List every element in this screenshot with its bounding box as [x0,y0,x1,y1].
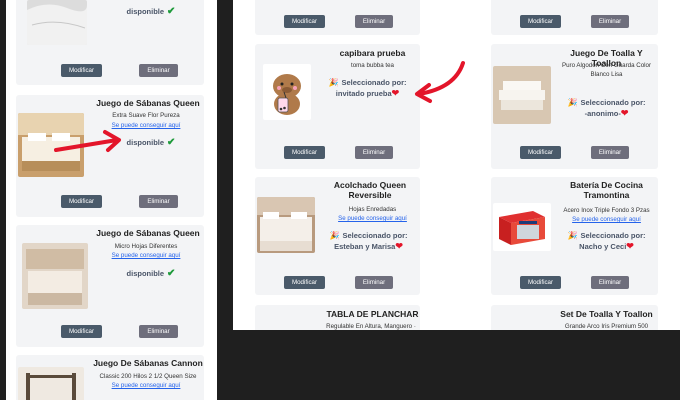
gift-description: Grande Arco Iris Premium 500 [564,323,649,330]
party-popper-icon: 🎉 [567,98,578,107]
gift-card: Batería De Cocina Tramontina Acero Inox … [491,177,658,295]
modify-button[interactable]: Modificar [61,325,102,338]
checkmark-icon: ✔ [167,137,176,148]
delete-button[interactable]: Eliminar [591,146,629,159]
right-gift-list-panel: Modificar Eliminar Modificar Eliminar ca… [233,0,680,330]
party-popper-icon: 🎉 [567,231,578,240]
gift-card: Juego De Sábanas Cannon Classic 200 Hilo… [16,355,204,400]
purchase-link[interactable]: Se puede conseguir aquí [96,252,196,259]
modify-button[interactable]: Modificar [61,195,102,208]
gift-image-cookware-box [493,203,551,251]
gift-image-towels [493,66,551,124]
gift-title: Juego de Sábanas Queen [96,228,200,238]
modify-button[interactable]: Modificar [284,146,325,159]
delete-button[interactable]: Eliminar [355,146,393,159]
modify-button[interactable]: Modificar [61,64,102,77]
gift-title: Set De Toalla Y Toallon [560,309,653,319]
checkmark-icon: ✔ [167,6,176,17]
gift-description: Acero Inox Triple Fondo 3 Pzas [563,207,650,214]
gift-title: Juego de Sábanas Queen [96,98,200,108]
party-popper-icon: 🎉 [328,78,339,87]
gift-title: Acolchado Queen Reversible [333,180,407,200]
gift-title: TABLA DE PLANCHAR [326,309,419,319]
gift-card: Modificar Eliminar [491,0,658,35]
gift-image-bedroom [257,197,315,253]
annotation-arrow [415,61,465,103]
selected-by-info: 🎉 Seleccionado por: -anonimo-❤ [567,98,646,118]
gift-card: Modificar Eliminar [255,0,420,35]
party-popper-icon: 🎉 [329,231,340,240]
selected-by-info: 🎉 Seleccionado por: Nacho y Ceci❤ [567,231,646,251]
modify-button[interactable]: Modificar [520,276,561,289]
delete-button[interactable]: Eliminar [139,195,178,208]
annotation-arrow [54,130,121,152]
gift-image-bedding [27,0,87,45]
checkmark-icon: ✔ [167,268,176,279]
delete-button[interactable]: Eliminar [139,64,178,77]
capybara-sticker-image [263,64,311,120]
availability-status: disponible ✔ [126,268,176,279]
gift-card: Acolchado Queen Reversible Hojas Enredad… [255,177,420,295]
gift-card: Juego de Sábanas Queen Micro Hojas Difer… [16,225,204,347]
heart-icon: ❤ [395,241,403,251]
gift-card: Set De Toalla Y Toallon Grande Arco Iris… [491,305,658,330]
purchase-link[interactable]: Se puede conseguir aquí [555,216,658,223]
gift-image-bedroom [18,367,84,400]
delete-button[interactable]: Eliminar [591,15,629,28]
delete-button[interactable]: Eliminar [355,276,393,289]
gift-title: Juego De Sábanas Cannon [93,358,203,368]
modify-button[interactable]: Modificar [520,146,561,159]
left-gift-list-panel: disponible ✔ Modificar Eliminar Juego de … [6,0,217,400]
selected-by-info: 🎉 Seleccionado por: Esteban y Marisa❤ [329,231,408,251]
gift-card: capibara prueba toma bubba tea 🎉 Seleccio… [255,44,420,169]
gift-description: Classic 200 Hilos 2 1/2 Queen Size [99,373,197,380]
availability-status: disponible ✔ [126,6,176,17]
purchase-link[interactable]: Se puede conseguir aquí [96,382,196,389]
gift-card: Juego De Toalla Y Toallon Puro Algodon C… [491,44,658,169]
delete-button[interactable]: Eliminar [355,15,393,28]
modify-button[interactable]: Modificar [284,276,325,289]
delete-button[interactable]: Eliminar [591,276,629,289]
gift-title: Batería De Cocina Tramontina [570,180,643,200]
gift-description: Extra Suave Flor Pureza [112,112,180,119]
gift-title: capibara prueba [339,48,406,58]
gift-description: Micro Hojas Diferentes [114,243,178,250]
gift-description: Hojas Enredadas [348,206,397,213]
heart-icon: ❤ [620,108,629,118]
purchase-link[interactable]: Se puede conseguir aquí [325,215,420,222]
heart-icon: ❤ [626,241,634,251]
delete-button[interactable]: Eliminar [139,325,178,338]
modify-button[interactable]: Modificar [520,15,561,28]
gift-image-bedroom [22,243,88,309]
gift-description: Puro Algodon Con Guarda Color Blanco Lis… [561,62,652,78]
modify-button[interactable]: Modificar [284,15,325,28]
gift-card: disponible ✔ Modificar Eliminar [16,0,204,85]
heart-icon: ❤ [391,88,400,98]
gift-description: Regulable En Altura, Manguero · [326,323,416,330]
gift-card: TABLA DE PLANCHAR Regulable En Altura, M… [255,305,420,330]
